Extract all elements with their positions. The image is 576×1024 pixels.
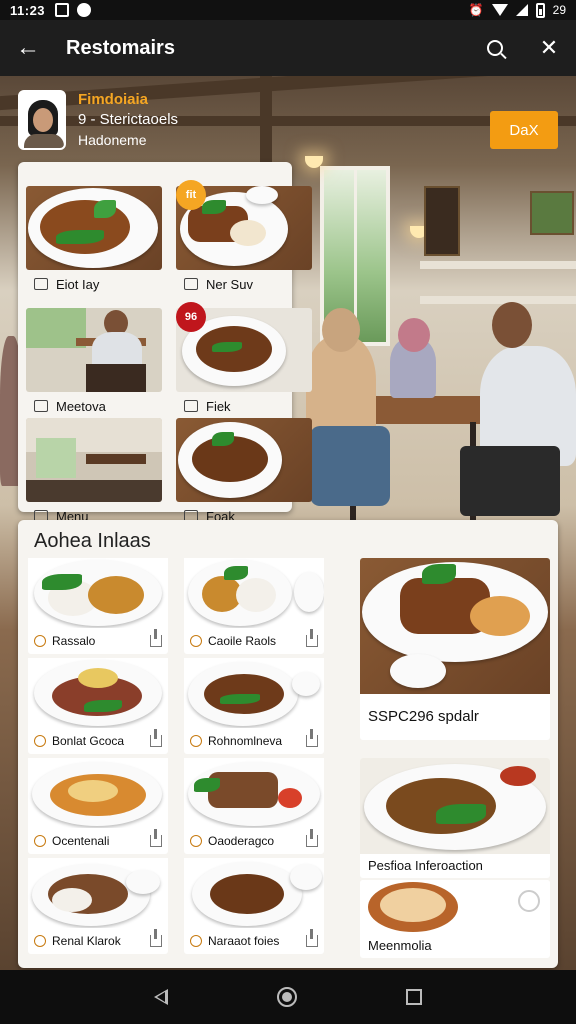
featured-dish-card[interactable]: Pesfioa Inferoaction	[360, 758, 550, 878]
alarm-icon: ⏰	[468, 3, 484, 17]
dish-icon	[190, 935, 202, 947]
dish-card[interactable]: Naraaot foies	[184, 858, 324, 954]
dish-image	[184, 558, 324, 628]
system-nav-bar	[0, 970, 576, 1024]
dish-name: Naraaot foies	[208, 934, 280, 948]
search-icon	[487, 40, 503, 56]
featured-dish-card[interactable]: Meenmolia	[360, 880, 550, 958]
page-title: Restomairs	[66, 36, 175, 59]
battery-level: 29	[552, 3, 566, 17]
dish-card[interactable]: Caoile Raols	[184, 558, 324, 654]
list-item[interactable]: Eiot Iay	[26, 186, 162, 298]
dish-name: Rassalo	[52, 634, 96, 648]
back-button[interactable]: ←	[0, 20, 56, 76]
dish-image	[360, 558, 550, 694]
nav-back-icon[interactable]	[154, 989, 169, 1005]
dish-name: Ocentenali	[52, 834, 110, 848]
share-icon[interactable]	[306, 729, 318, 747]
share-icon[interactable]	[306, 629, 318, 647]
list-item[interactable]: 96 Fiek	[176, 302, 312, 420]
dish-image	[360, 758, 550, 854]
wifi-icon	[491, 4, 508, 16]
signal-icon	[515, 4, 528, 16]
close-icon: ✕	[539, 35, 559, 60]
profile-location: Hadoneme	[78, 132, 147, 148]
dish-name: Renal Klarok	[52, 934, 121, 948]
restaurant-photo	[26, 418, 162, 502]
note-icon	[184, 400, 198, 412]
dish-icon	[190, 835, 202, 847]
dish-icon	[190, 735, 202, 747]
dish-name: Bonlat Gcoca	[52, 734, 125, 748]
tag-badge: fit	[176, 180, 206, 210]
share-icon[interactable]	[150, 929, 162, 947]
search-button[interactable]	[468, 20, 522, 76]
dish-image	[28, 658, 168, 728]
action-button[interactable]: DaX	[490, 111, 558, 149]
nav-recents-icon[interactable]	[405, 989, 422, 1005]
share-icon[interactable]	[306, 929, 318, 947]
featured-title: Pesfioa Inferoaction	[368, 858, 483, 873]
list-item[interactable]: fit Ner Suv	[176, 180, 312, 298]
profile-subtitle: 9 - Sterictaoels	[78, 111, 179, 128]
avatar[interactable]	[18, 90, 66, 150]
dishes-section: Aohea Inlaas Rassalo Bonlat Gcoca Ocente…	[18, 520, 558, 968]
dish-card[interactable]: Ocentenali	[28, 758, 168, 854]
featured-title: Meenmolia	[368, 938, 432, 953]
list-icon	[34, 400, 48, 412]
dish-name: Rohnomlneva	[208, 734, 283, 748]
gallery-notification-icon	[55, 3, 70, 17]
status-bar: 11:23 ⏰ 29	[0, 0, 576, 20]
app-bar: ← Restomairs ✕	[0, 20, 576, 76]
dish-card[interactable]: Rassalo	[28, 558, 168, 654]
dish-image	[26, 186, 162, 270]
list-item[interactable]: Meetova	[26, 308, 162, 420]
tag-badge: 96	[176, 302, 206, 332]
menu-icon	[34, 278, 48, 290]
notification-icon	[77, 3, 92, 17]
section-title: Aohea Inlaas	[34, 530, 151, 552]
dish-image	[184, 658, 324, 728]
dish-image	[184, 858, 324, 928]
dish-image	[28, 758, 168, 828]
dish-icon	[34, 935, 46, 947]
item-label: Ner Suv	[206, 276, 253, 292]
nav-home-icon[interactable]	[276, 987, 297, 1007]
dish-name: Oaoderagco	[208, 834, 275, 848]
dish-card[interactable]: Renal Klarok	[28, 858, 168, 954]
dish-image	[176, 418, 312, 502]
share-icon[interactable]	[150, 829, 162, 847]
share-icon[interactable]	[150, 729, 162, 747]
dish-card[interactable]: Rohnomlneva	[184, 658, 324, 754]
share-icon[interactable]	[306, 829, 318, 847]
battery-icon	[535, 2, 545, 18]
dish-icon	[34, 635, 46, 647]
item-label: Meetova	[56, 398, 106, 414]
dish-icon	[190, 635, 202, 647]
dish-name: Caoile Raols	[208, 634, 277, 648]
featured-title: SSPC296 spdalr	[368, 708, 479, 725]
list-item[interactable]: Foak	[176, 418, 312, 530]
dish-card[interactable]: Oaoderagco	[184, 758, 324, 854]
profile-header: Fimdoiaia 9 - Sterictaoels Hadoneme	[18, 90, 178, 150]
restaurant-photo	[26, 308, 162, 392]
arrow-left-icon: ←	[16, 34, 40, 61]
profile-name: Fimdoiaia	[78, 91, 149, 108]
dish-image	[184, 758, 324, 828]
close-button[interactable]: ✕	[522, 20, 576, 76]
list-item[interactable]: Menu	[26, 418, 162, 530]
dish-icon	[34, 735, 46, 747]
dish-image	[28, 858, 168, 928]
featured-dish-card[interactable]: SSPC296 spdalr	[360, 558, 550, 740]
dish-image	[28, 558, 168, 628]
dish-card[interactable]: Bonlat Gcoca	[28, 658, 168, 754]
item-label: Fiek	[206, 398, 231, 414]
edit-icon	[184, 278, 198, 290]
status-time: 11:23	[10, 2, 46, 18]
share-icon[interactable]	[150, 629, 162, 647]
dish-icon	[34, 835, 46, 847]
dish-image	[360, 880, 550, 934]
menu-card: Eiot Iay fit Ner Suv Meetova 96 Fiek Men…	[18, 162, 312, 524]
item-label: Eiot Iay	[56, 276, 100, 292]
